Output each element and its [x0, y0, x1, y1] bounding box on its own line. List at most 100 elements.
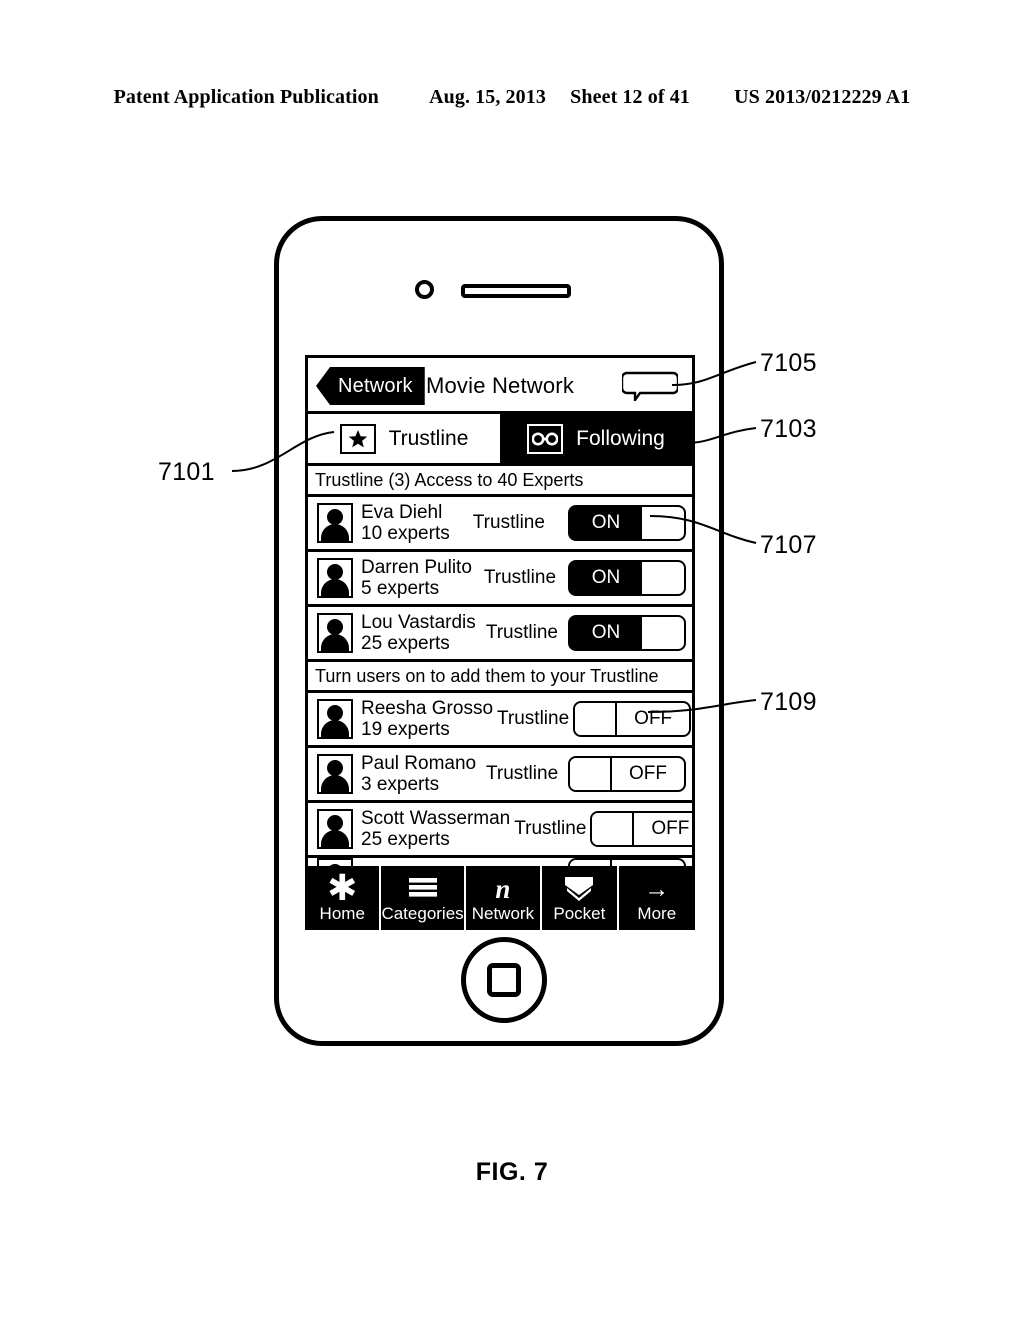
script-n-icon: n	[495, 873, 511, 904]
person-name: Eva Diehl	[361, 501, 443, 523]
avatar	[317, 809, 353, 849]
chevron-down-pocket-icon	[564, 875, 594, 903]
avatar	[317, 558, 353, 598]
tab-categories[interactable]: Categories	[381, 866, 466, 930]
person-name: Darren Pulito	[361, 556, 472, 578]
publication-header: Patent Application Publication Aug. 15, …	[0, 86, 1024, 109]
trustline-toggle[interactable]: OFF	[590, 811, 692, 847]
tab-network[interactable]: n Network	[466, 866, 543, 930]
section-header-trustline: Trustline (3) Access to 40 Experts	[308, 466, 692, 497]
toggle-caption: Trustline	[483, 567, 557, 588]
front-camera-icon	[415, 280, 434, 299]
toggle-knob	[570, 758, 612, 790]
table-row[interactable]: Scott Wasserman 25 experts Trustline OFF	[308, 803, 692, 858]
earpiece-speaker	[461, 284, 571, 298]
toggle-knob	[642, 562, 684, 594]
person-name: Lou Vastardis	[361, 611, 476, 633]
person-expert-count: 3 experts	[361, 774, 440, 795]
glasses-icon	[527, 423, 564, 454]
trustline-toggle[interactable]: ON	[568, 615, 686, 651]
toggle-knob	[642, 507, 684, 539]
home-button[interactable]	[461, 937, 547, 1023]
section-header-turn-users-on: Turn users on to add them to your Trustl…	[308, 662, 692, 693]
avatar	[317, 699, 353, 739]
person-info: Darren Pulito 5 experts	[361, 557, 472, 600]
toggle-knob	[575, 703, 618, 735]
tab-pocket-label: Pocket	[553, 903, 606, 923]
person-info: Paul Romano 3 experts	[361, 753, 476, 796]
toggle-caption: Trustline	[514, 818, 587, 839]
chat-bubble-icon[interactable]	[620, 371, 680, 404]
reference-numeral-7101: 7101	[158, 458, 215, 486]
segmented-tab-bar: Trustline Following	[308, 414, 692, 466]
back-button-label: Network	[338, 374, 413, 397]
arrow-right-icon: →	[644, 874, 670, 903]
publication-header-left: Patent Application Publication	[113, 86, 379, 108]
tab-network-label: Network	[471, 903, 535, 923]
table-row[interactable]: Lou Vastardis 25 experts Trustline ON	[308, 607, 692, 662]
tab-following[interactable]: Following	[500, 414, 692, 463]
trustline-toggle-state: OFF	[629, 763, 667, 784]
tab-pocket[interactable]: Pocket	[542, 866, 619, 930]
person-expert-count: 25 experts	[361, 633, 450, 654]
person-info: Reesha Grosso 19 experts	[361, 698, 493, 741]
trustline-toggle[interactable]: ON	[568, 560, 686, 596]
person-expert-count: 10 experts	[361, 523, 450, 544]
reference-numeral-7105: 7105	[760, 349, 817, 377]
trustline-toggle-state: OFF	[634, 708, 673, 729]
toggle-caption: Trustline	[497, 708, 570, 729]
reference-numeral-7109: 7109	[760, 688, 817, 716]
toggle-caption: Trustline	[472, 512, 545, 533]
person-name: Scott Wasserman	[361, 807, 511, 829]
trustline-toggle[interactable]: ON	[568, 505, 686, 541]
avatar	[317, 613, 353, 653]
publication-header-number: US 2013/0212229 A1	[734, 86, 911, 108]
trustline-toggle[interactable]: OFF	[573, 701, 692, 737]
person-expert-count: 5 experts	[361, 578, 440, 599]
tab-home[interactable]: ✱ Home	[305, 866, 382, 930]
phone-screen: Movie Network Network Trustline Followin…	[305, 355, 695, 930]
tab-trustline-label: Trustline	[388, 426, 469, 450]
trustline-toggle-state: ON	[591, 512, 621, 533]
toggle-caption: Trustline	[485, 763, 559, 784]
person-expert-count: 19 experts	[361, 719, 450, 740]
person-info: Eva Diehl 10 experts	[361, 502, 450, 545]
toggle-caption: Trustline	[485, 622, 558, 643]
table-row[interactable]: Reesha Grosso 19 experts Trustline OFF	[308, 693, 692, 748]
home-button-square-icon	[487, 963, 521, 997]
figure-caption: FIG. 7	[475, 1158, 549, 1186]
hamburger-icon	[408, 875, 437, 903]
table-row[interactable]: Paul Romano 3 experts Trustline OFF	[308, 748, 692, 803]
navigation-bar: Movie Network Network	[308, 358, 692, 414]
person-name: Paul Romano	[361, 752, 477, 774]
tab-more[interactable]: → More	[619, 866, 695, 930]
trustline-toggle-state: ON	[591, 567, 621, 588]
publication-header-date: Aug. 15, 2013	[429, 86, 546, 108]
person-info: Lou Vastardis 25 experts	[361, 612, 476, 655]
toggle-knob	[592, 813, 635, 845]
table-row[interactable]: Darren Pulito 5 experts Trustline ON	[308, 552, 692, 607]
star-icon	[339, 423, 376, 454]
person-info: Scott Wasserman 25 experts	[361, 808, 510, 851]
avatar	[317, 503, 353, 543]
avatar	[317, 754, 353, 794]
trustline-toggle[interactable]: OFF	[568, 756, 686, 792]
trustline-toggle-state: ON	[591, 622, 621, 643]
tab-categories-label: Categories	[381, 903, 464, 923]
back-button[interactable]: Network	[316, 367, 425, 405]
asterisk-icon: ✱	[327, 867, 358, 909]
tab-trustline[interactable]: Trustline	[308, 414, 500, 463]
person-expert-count: 25 experts	[361, 829, 450, 850]
user-list: Eva Diehl 10 experts Trustline ON Darren…	[308, 497, 692, 927]
publication-header-sheet: Sheet 12 of 41	[570, 86, 690, 108]
toggle-knob	[642, 617, 684, 649]
trustline-toggle-state: OFF	[651, 818, 690, 839]
reference-numeral-7103: 7103	[760, 415, 817, 443]
table-row[interactable]: Eva Diehl 10 experts Trustline ON	[308, 497, 692, 552]
reference-numeral-7107: 7107	[760, 531, 817, 559]
phone-device-frame: Movie Network Network Trustline Followin…	[274, 216, 724, 1046]
tab-home-label: Home	[319, 903, 365, 923]
tab-more-label: More	[637, 903, 677, 923]
person-name: Reesha Grosso	[361, 697, 494, 719]
bottom-tab-bar: ✱ Home Categories n Network Pocket → Mor…	[305, 866, 695, 930]
